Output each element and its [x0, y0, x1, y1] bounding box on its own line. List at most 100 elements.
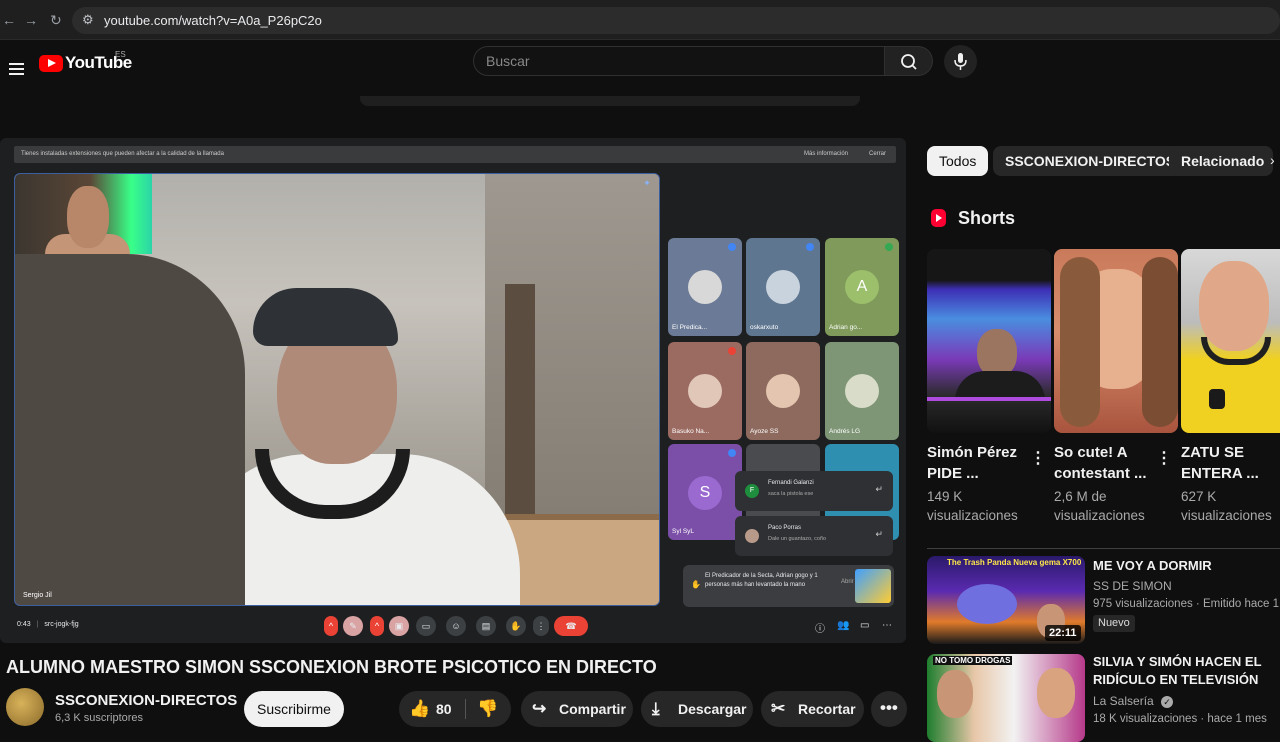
reload-icon[interactable]: ↻ [50, 12, 62, 29]
reply-icon[interactable]: ↵ [875, 484, 883, 495]
search-input[interactable] [474, 47, 884, 75]
blurred-strip [360, 96, 860, 106]
related-video-channel[interactable]: La Salsería ✓ [1093, 694, 1174, 708]
more-actions-button[interactable]: ••• [871, 691, 907, 727]
thumbnail-text: The Trash Panda Nueva gema X700 [947, 558, 1082, 567]
participant-name: Basuko Na... [672, 428, 710, 435]
chat-icon[interactable]: ▭ [860, 620, 869, 631]
share-button[interactable]: ↪ Compartir [521, 691, 633, 727]
camera-options-icon[interactable]: ^ [370, 616, 384, 636]
related-video-meta: 18 K visualizaciones · hace 1 mes [1093, 713, 1267, 725]
participant-name: Ayoze SS [750, 428, 779, 435]
toast-avatar [745, 529, 759, 543]
present-icon[interactable]: ▤ [476, 616, 496, 636]
info-icon[interactable]: ⓘ [815, 620, 825, 635]
short-thumbnail[interactable] [1054, 249, 1178, 433]
microphone-icon [954, 53, 967, 70]
related-video-channel[interactable]: SS DE SIMON [1093, 579, 1172, 593]
mic-off-icon[interactable]: ✎ [343, 616, 363, 636]
camera-off-icon[interactable]: ▣ [389, 616, 409, 636]
subscribe-button[interactable]: Suscribirme [244, 691, 344, 727]
avatar [766, 270, 800, 304]
chat-toast[interactable]: F Fernandi Galanzi saca la pistola ese ↵ [735, 471, 893, 511]
main-speaker-video: ✦ Sergio Jil [14, 173, 660, 606]
participant-tile: S Syl SyL [668, 444, 742, 540]
like-count[interactable]: 80 [436, 701, 452, 717]
avatar [845, 374, 879, 408]
download-button[interactable]: ⤓ Descargar [641, 691, 753, 727]
search-box [473, 46, 885, 76]
download-label: Descargar [678, 701, 747, 717]
menu-icon[interactable] [4, 50, 40, 86]
video-player[interactable]: Tienes instaladas extensiones que pueden… [0, 138, 906, 643]
share-icon: ↪ [532, 699, 547, 718]
site-info-icon[interactable]: ⚙ [82, 12, 94, 28]
chip-related[interactable]: Relacionado [1169, 146, 1273, 176]
short-title[interactable]: Simón Pérez PIDE ... [927, 442, 1037, 484]
thumbnail-text: NO TOMO DROGAS [933, 656, 1013, 665]
youtube-play-icon [39, 55, 63, 72]
cap [253, 288, 398, 346]
pin-icon: ✦ [643, 178, 651, 188]
related-video-title[interactable]: SILVIA Y SIMÓN HACEN EL RIDÍCULO EN TELE… [1093, 653, 1262, 689]
verified-icon: ✓ [1161, 696, 1174, 708]
people-icon[interactable]: 👥 [837, 620, 849, 631]
like-icon[interactable]: 👍 [409, 699, 430, 719]
chip-channel[interactable]: SSCONEXION-DIRECTOS [993, 146, 1188, 176]
clip-button[interactable]: ✂ Recortar [761, 691, 864, 727]
participant-name: oskarxuto [750, 324, 779, 331]
more-vertical-icon[interactable]: ⋮ [1156, 448, 1172, 468]
toast-name: Fernandi Galanzi [768, 480, 814, 486]
clip-label: Recortar [798, 701, 856, 717]
participant-name: Andrés LG [829, 428, 861, 435]
participant-name: Adrian go... [829, 324, 863, 331]
shorts-icon [931, 209, 946, 227]
avatar [766, 374, 800, 408]
toast-name: Paco Porras [768, 525, 802, 531]
short-title[interactable]: So cute! A contestant ... [1054, 442, 1164, 484]
chip-todos[interactable]: Todos [927, 146, 989, 176]
captions-icon[interactable]: ▭ [416, 616, 436, 636]
search-button[interactable] [885, 46, 933, 76]
reply-icon[interactable]: ↵ [875, 529, 883, 540]
raise-hand-icon[interactable]: ✋ [506, 616, 526, 636]
raised-hands-card[interactable]: ✋ El Predicador de la Secta, Adrian gogo… [683, 565, 894, 607]
chevron-right-icon[interactable]: › [1270, 152, 1275, 168]
section-divider [927, 548, 1280, 549]
channel-name[interactable]: SSCONEXION-DIRECTOS [55, 692, 237, 709]
related-video-thumbnail[interactable]: NO TOMO DROGAS [927, 654, 1085, 742]
country-code: ES [115, 50, 126, 59]
activities-icon[interactable]: ⋯ [882, 620, 892, 631]
more-horizontal-icon: ••• [880, 698, 898, 717]
avatar: A [845, 270, 879, 304]
participant-tile: A Adrian go... [825, 238, 899, 336]
forward-icon[interactable]: → [24, 12, 38, 28]
more-options-icon[interactable]: ⋮ [533, 616, 549, 636]
toast-message: Dale un guantazo, coño [768, 536, 827, 542]
participant-name: El Predica... [672, 324, 708, 331]
address-bar[interactable]: ⚙ youtube.com/watch?v=A0a_P26pC2o [72, 7, 1280, 34]
chat-toast[interactable]: Paco Porras Dale un guantazo, coño ↵ [735, 516, 893, 556]
shorts-title: Shorts [958, 208, 1016, 228]
more-vertical-icon[interactable]: ⋮ [1030, 448, 1046, 468]
browser-toolbar: ← → ↻ ⚙ youtube.com/watch?v=A0a_P26pC2o [0, 0, 1280, 40]
hang-up-icon[interactable]: ☎ [554, 616, 588, 636]
avatar [688, 270, 722, 304]
short-thumbnail[interactable] [1181, 249, 1280, 433]
search-icon [901, 54, 917, 70]
emoji-icon[interactable]: ☺ [446, 616, 466, 636]
short-views: 627 K visualizaciones [1181, 489, 1272, 523]
participant-tile: Andrés LG [825, 342, 899, 440]
short-title[interactable]: ZATU SE ENTERA ... [1181, 442, 1280, 484]
toast-message: saca la pistola ese [768, 491, 814, 497]
back-icon[interactable]: ← [2, 12, 16, 28]
extension-warning-bar: Tienes instaladas extensiones que pueden… [14, 146, 896, 163]
youtube-masthead: YouTube ES [0, 40, 1280, 96]
channel-avatar[interactable] [6, 688, 44, 726]
short-thumbnail[interactable] [927, 249, 1051, 433]
related-video-title[interactable]: ME VOY A DORMIR [1093, 557, 1212, 575]
mic-options-icon[interactable]: ^ [324, 616, 338, 636]
dislike-icon[interactable]: 👎 [477, 699, 498, 719]
raised-hands-text: El Predicador de la Secta, Adrian gogo y… [705, 573, 818, 588]
voice-search-button[interactable] [944, 45, 977, 78]
